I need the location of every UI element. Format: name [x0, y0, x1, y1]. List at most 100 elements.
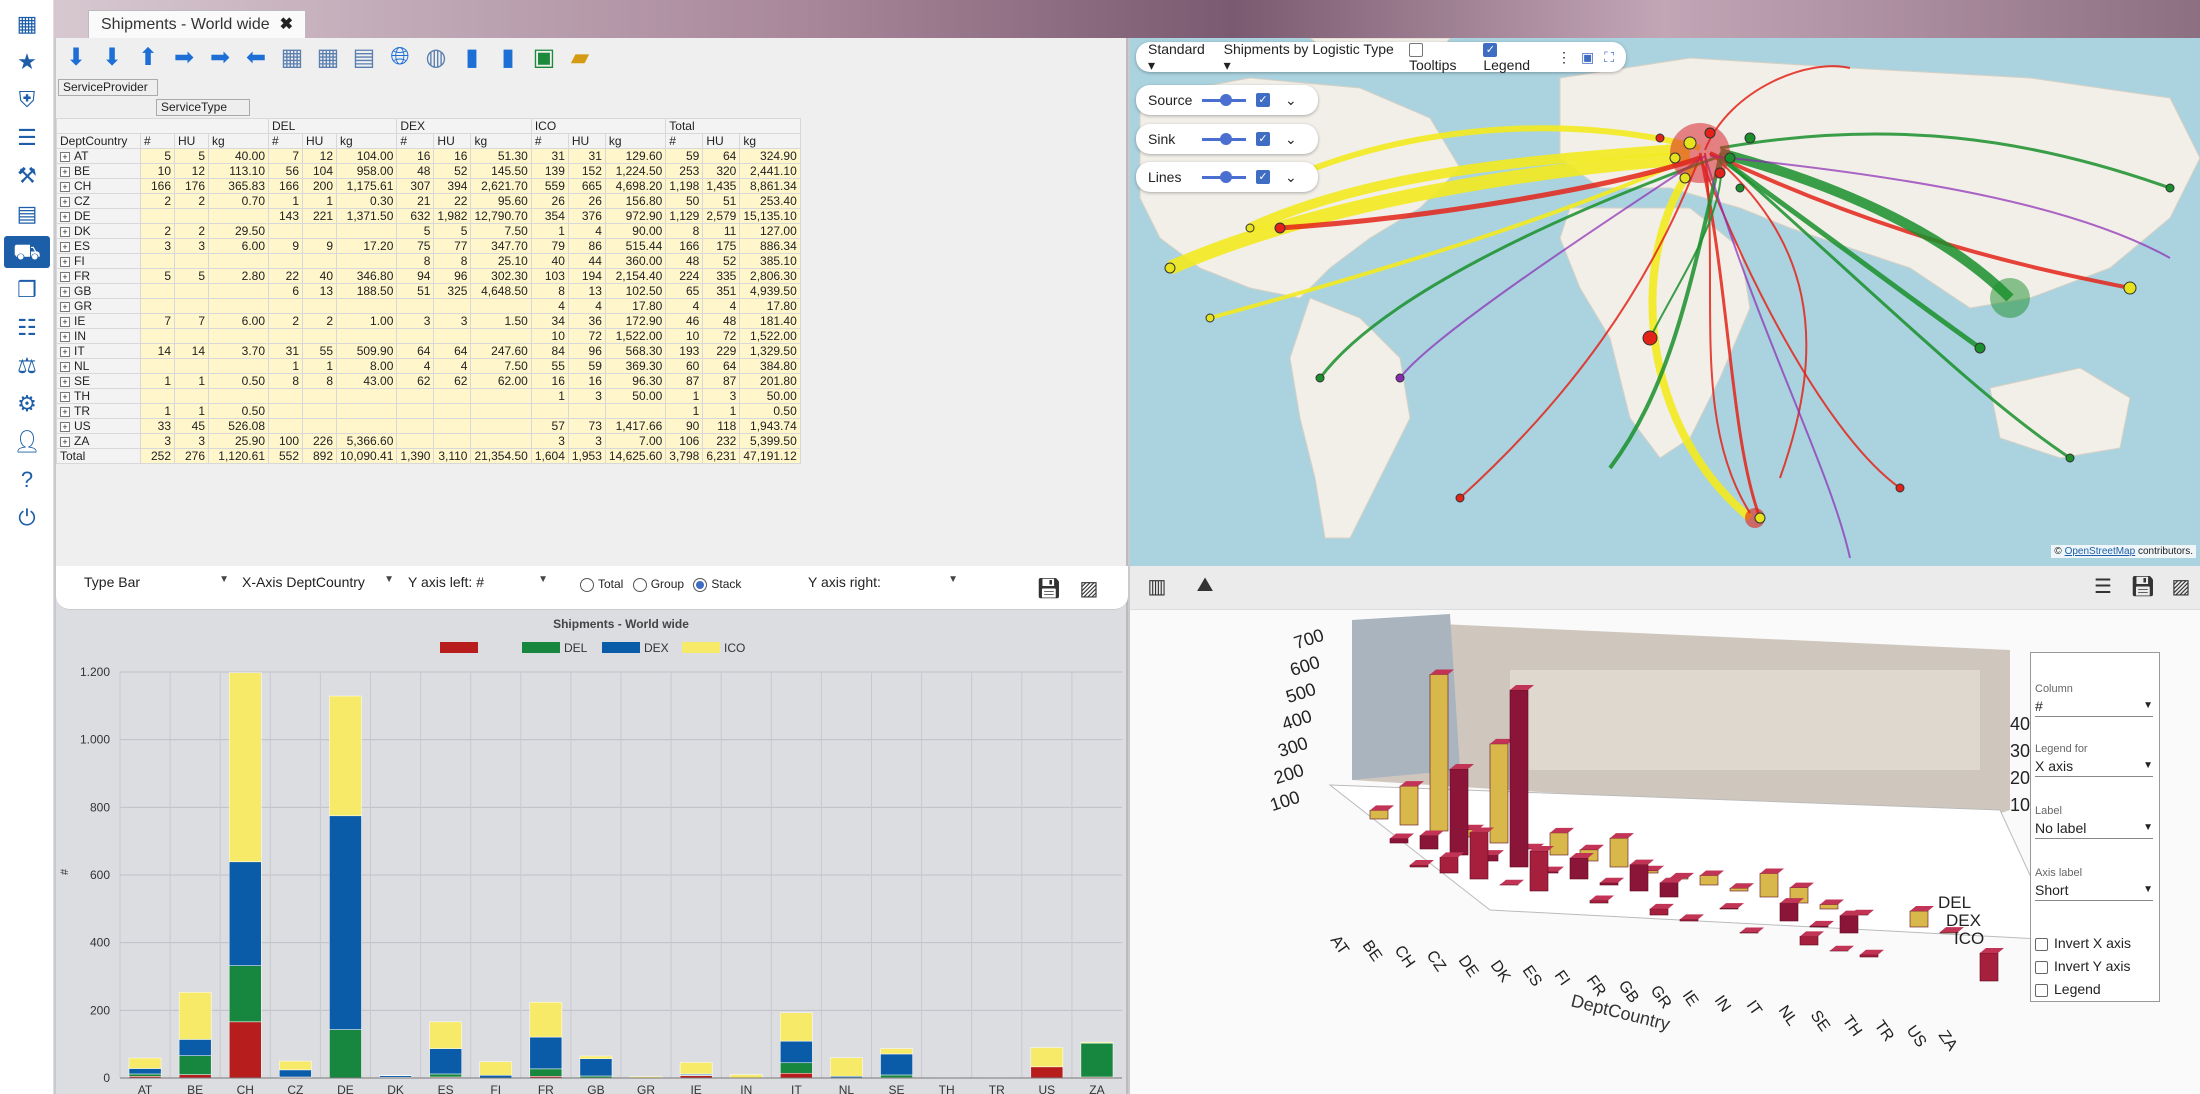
image-icon[interactable]: ▣	[1581, 49, 1594, 66]
save-icon[interactable]: 💾︎	[1036, 576, 1062, 600]
invert-x-checkbox[interactable]	[2035, 937, 2048, 951]
row-label[interactable]: + FI	[56, 253, 141, 269]
legend-toggle[interactable]: ✓Legend	[1483, 41, 1547, 73]
chart-type-select[interactable]: Type Bar ▼	[84, 574, 229, 590]
sort-icon[interactable]: ☰	[2090, 574, 2116, 598]
expand-row-icon[interactable]: +	[60, 212, 70, 222]
power-icon[interactable]: ⏻	[11, 502, 43, 534]
stack-radio[interactable]	[693, 577, 708, 592]
group-header[interactable]: DEX	[396, 118, 532, 134]
row-label[interactable]: + US	[56, 418, 141, 434]
expand-row-icon[interactable]: +	[60, 287, 70, 297]
y-axis-left-select[interactable]: Y axis left: # ▼	[408, 574, 548, 590]
legend-option[interactable]: Legend	[2035, 981, 2101, 997]
row-label[interactable]: + NL	[56, 358, 141, 374]
expand-row-icon[interactable]: +	[60, 437, 70, 447]
row-label[interactable]: + DE	[56, 208, 141, 224]
expand-row-icon[interactable]: +	[60, 392, 70, 402]
expand-row-icon[interactable]: +	[60, 272, 70, 282]
globe-icon[interactable]: 🌐︎	[384, 40, 416, 74]
expand-row-icon[interactable]: +	[60, 182, 70, 192]
legend-checkbox[interactable]: ✓	[1483, 43, 1498, 58]
field-service-provider[interactable]: ServiceProvider	[58, 79, 158, 96]
invert-y-option[interactable]: Invert Y axis	[2035, 958, 2131, 974]
bar-chart-icon[interactable]: ▮	[492, 40, 524, 74]
axis-label-field[interactable]: Axis label Short ▼	[2035, 867, 2153, 901]
flow-map[interactable]	[1130, 38, 2200, 566]
tooltips-checkbox[interactable]	[1408, 43, 1423, 58]
expand-row-icon[interactable]: +	[60, 377, 70, 387]
task-list-icon[interactable]: ☷	[11, 312, 43, 344]
source-checkbox[interactable]: ✓	[1256, 93, 1270, 107]
expand-row-icon[interactable]: +	[60, 167, 70, 177]
row-label[interactable]: + AT	[56, 148, 141, 164]
bar-chart-icon[interactable]: ▥	[1144, 574, 1170, 598]
lines-checkbox[interactable]: ✓	[1256, 170, 1270, 184]
lines-slider[interactable]	[1202, 170, 1246, 183]
sum-rows-icon[interactable]: ▦	[276, 40, 308, 74]
checklist-icon[interactable]: ☰	[11, 122, 43, 154]
expand-right-icon[interactable]: ➡	[168, 40, 200, 74]
apps-grid-icon[interactable]: ▦	[11, 8, 43, 40]
save-3d-icon[interactable]: 💾︎	[2130, 574, 2156, 598]
row-label[interactable]: + FR	[56, 268, 141, 284]
row-label[interactable]: + CH	[56, 178, 141, 194]
row-label[interactable]: + IT	[56, 343, 141, 359]
invert-y-checkbox[interactable]	[2035, 960, 2048, 974]
row-label[interactable]: + GR	[56, 298, 141, 314]
row-label[interactable]: + BE	[56, 163, 141, 179]
expand-all-right-icon[interactable]: ➡	[204, 40, 236, 74]
expand-row-icon[interactable]: +	[60, 407, 70, 417]
expand-all-down-icon[interactable]: ⬇	[96, 40, 128, 74]
tooltips-toggle[interactable]: Tooltips	[1408, 41, 1473, 73]
excel-export-icon[interactable]: ▣	[528, 40, 560, 74]
row-label[interactable]: + ES	[56, 238, 141, 254]
settings-gear-icon[interactable]: ⚙	[11, 388, 43, 420]
invert-x-option[interactable]: Invert X axis	[2035, 935, 2131, 951]
shield-check-icon[interactable]: ⛨	[11, 84, 43, 116]
lines-chevron-icon[interactable]: ⌄	[1285, 169, 1297, 186]
expand-row-icon[interactable]: +	[60, 242, 70, 252]
y-axis-right-select[interactable]: Y axis right: ▼	[808, 574, 958, 590]
user-icon[interactable]: 👤︎	[11, 426, 43, 458]
map-panel[interactable]: Standard ▾ Shipments by Logistic Type ▾ …	[1130, 38, 2200, 566]
close-tab-icon[interactable]: ✖	[280, 16, 293, 33]
row-label[interactable]: + GB	[56, 283, 141, 299]
forklift-icon[interactable]: ⚒	[11, 160, 43, 192]
row-label[interactable]: Total	[56, 448, 141, 464]
gavel-icon[interactable]: ⚖	[11, 350, 43, 382]
expand-row-icon[interactable]: +	[60, 302, 70, 312]
row-label[interactable]: + TH	[56, 388, 141, 404]
group-header[interactable]: Total	[665, 118, 801, 134]
row-label[interactable]: + CZ	[56, 193, 141, 209]
column-field[interactable]: Column # ▼	[2035, 683, 2153, 717]
group-header[interactable]: ICO	[530, 118, 667, 134]
bar-chart-3d-icon[interactable]: ▮	[456, 40, 488, 74]
source-slider[interactable]	[1202, 93, 1246, 106]
group-header[interactable]: DEL	[267, 118, 398, 134]
row-label[interactable]: + IE	[56, 313, 141, 329]
help-icon[interactable]: ?	[11, 464, 43, 496]
map-view-select[interactable]: Shipments by Logistic Type ▾	[1224, 41, 1399, 74]
expand-row-icon[interactable]: +	[60, 422, 70, 432]
expand-row-icon[interactable]: +	[60, 362, 70, 372]
money-icon[interactable]: ▤	[11, 198, 43, 230]
legend-for-field[interactable]: Legend for X axis ▼	[2035, 743, 2153, 777]
expand-row-icon[interactable]: +	[60, 152, 70, 162]
total-radio[interactable]	[580, 577, 594, 592]
area-chart-icon[interactable]: ⛰	[1192, 574, 1218, 598]
x-axis-select[interactable]: X-Axis DeptCountry ▼	[242, 574, 394, 590]
source-chevron-icon[interactable]: ⌄	[1285, 92, 1297, 109]
expand-down-icon[interactable]: ⬇	[60, 40, 92, 74]
row-label[interactable]: + ZA	[56, 433, 141, 449]
row-label[interactable]: + TR	[56, 403, 141, 419]
expand-row-icon[interactable]: +	[60, 257, 70, 267]
open-folder-icon[interactable]: ▰	[564, 40, 596, 74]
label-field[interactable]: Label No label ▼	[2035, 805, 2153, 839]
expand-row-icon[interactable]: +	[60, 332, 70, 342]
field-service-type[interactable]: ServiceType	[156, 99, 250, 116]
expand-row-icon[interactable]: +	[60, 317, 70, 327]
collapse-up-icon[interactable]: ⬆	[132, 40, 164, 74]
truck-icon[interactable]: ⛟	[4, 236, 50, 268]
row-label[interactable]: + DK	[56, 223, 141, 239]
